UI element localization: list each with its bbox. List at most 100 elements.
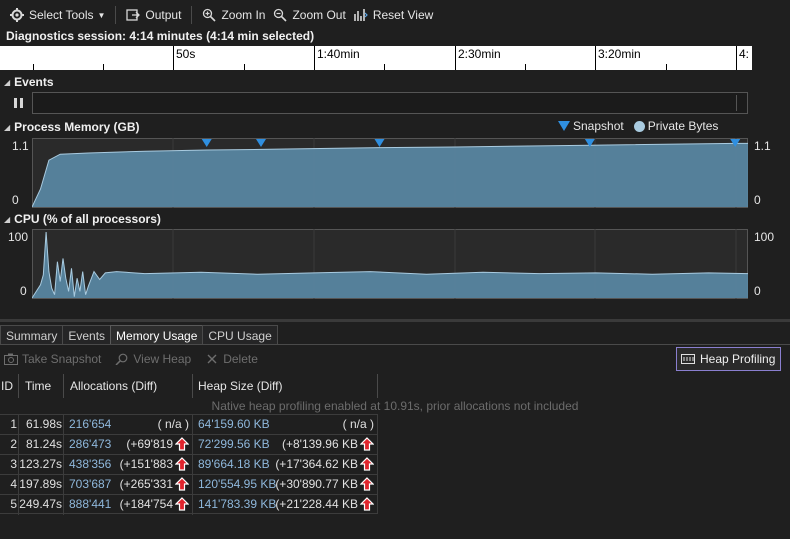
search-icon: [115, 353, 129, 365]
table-row[interactable]: 5 249.47s 888'441 (+184'754 141'783.39 KB (+2…: [0, 494, 378, 515]
tab-cpu-usage[interactable]: CPU Usage: [202, 325, 278, 345]
cell-heap-size: 141'783.39 KB: [198, 497, 277, 511]
zoom-out-label: Zoom Out: [292, 8, 346, 22]
cell-time: 123.27s: [19, 457, 62, 471]
increase-arrow-icon: [360, 457, 374, 471]
cpu-header[interactable]: ◢ CPU (% of all processors): [4, 212, 161, 226]
table-row[interactable]: 3 123.27s 438'356 (+151'883 89'664.18 KB (+17…: [0, 454, 378, 475]
cell-heap-diff: (+17'364.62 KB: [275, 455, 374, 474]
memory-y-min-left: 0: [12, 193, 19, 207]
memory-y-max-right: 1.1: [754, 139, 771, 153]
ruler-minor-tick: [384, 64, 385, 70]
output-button[interactable]: Output: [122, 3, 185, 27]
gear-icon: [10, 8, 24, 22]
cell-time: 249.47s: [19, 497, 62, 511]
cell-heap-size: 72'299.56 KB: [198, 437, 270, 451]
increase-arrow-icon: [175, 497, 189, 511]
ruler-tick: [455, 46, 456, 70]
reset-view-label: Reset View: [372, 8, 434, 22]
zoom-out-icon: [273, 8, 288, 22]
ruler-label: 2:30min: [458, 47, 501, 61]
col-separator[interactable]: [63, 374, 64, 398]
heap-profiling-notice: Native heap profiling enabled at 10.91s,…: [211, 399, 579, 413]
ruler-label: 1:40min: [317, 47, 360, 61]
table-row[interactable]: 2 81.24s 286'473 (+69'819 72'299.56 KB (+8'13…: [0, 434, 378, 455]
delete-label: Delete: [223, 352, 258, 366]
table-row[interactable]: 4 197.89s 703'687 (+265'331 120'554.95 KB (+3…: [0, 474, 378, 495]
memory-title: Process Memory (GB): [14, 120, 140, 134]
cpu-chart[interactable]: [32, 229, 748, 299]
col-separator[interactable]: [18, 374, 19, 398]
select-tools-label: Select Tools: [29, 8, 94, 22]
reset-view-button[interactable]: Reset View: [350, 3, 437, 27]
cell-heap-diff: ( n/a ): [342, 417, 374, 431]
toolbar-separator: [191, 6, 193, 24]
cell-time: 197.89s: [19, 477, 62, 491]
view-heap-button[interactable]: View Heap: [115, 352, 201, 366]
cell-allocations-diff: (+184'754: [63, 495, 189, 514]
cell-heap-size: 120'554.95 KB: [198, 477, 277, 491]
ruler-spacer: [752, 46, 790, 70]
increase-arrow-icon: [360, 437, 374, 451]
memory-y-max-left: 1.1: [12, 139, 29, 153]
pause-icon[interactable]: [14, 98, 23, 108]
memory-actionbar: Take Snapshot View Heap Delete: [0, 348, 790, 370]
splitter[interactable]: [0, 319, 790, 322]
col-separator[interactable]: [192, 374, 193, 398]
cpu-y-max-left: 100: [8, 230, 29, 244]
heap-profiling-button[interactable]: Heap Profiling: [676, 347, 781, 371]
zoom-in-icon: [202, 8, 217, 22]
heap-profiling-icon: [681, 353, 695, 365]
tab-summary[interactable]: Summary: [0, 325, 64, 345]
ruler-label: 4:: [739, 47, 750, 61]
ruler-tick: [314, 46, 315, 70]
cell-time: 81.24s: [25, 437, 62, 451]
ruler-label: 50s: [176, 47, 196, 61]
cell-allocations-diff: (+265'331: [63, 475, 189, 494]
ruler-minor-tick: [244, 64, 245, 70]
table-bottom-border: [0, 513, 378, 514]
memory-header[interactable]: ◢ Process Memory (GB): [4, 120, 140, 134]
cell-allocations-diff: (+69'819: [63, 435, 189, 454]
toolbar: Select Tools ▼ Output Zoom In Zoom Out R…: [0, 0, 790, 30]
events-header[interactable]: ◢ Events: [4, 75, 54, 89]
ruler-minor-tick: [666, 64, 667, 70]
timeline-ruler[interactable]: 50s 1:40min 2:30min 3:20min 4:: [0, 46, 752, 70]
chevron-down-icon: ▼: [97, 10, 106, 20]
session-info: Diagnostics session: 4:14 minutes (4:14 …: [6, 29, 315, 43]
tab-events[interactable]: Events: [62, 325, 112, 345]
events-track[interactable]: [32, 92, 748, 114]
col-header-heap-size[interactable]: Heap Size (Diff): [198, 374, 282, 398]
memory-chart[interactable]: [32, 138, 748, 208]
heap-profiling-label: Heap Profiling: [700, 352, 776, 366]
col-header-allocations[interactable]: Allocations (Diff): [70, 374, 157, 398]
select-tools-button[interactable]: Select Tools ▼: [6, 3, 109, 27]
increase-arrow-icon: [360, 477, 374, 491]
increase-arrow-icon: [175, 477, 189, 491]
memory-y-min-right: 0: [754, 193, 761, 207]
cpu-chart-svg: [32, 229, 748, 299]
cpu-y-min-left: 0: [20, 284, 27, 298]
table-right-border: [377, 414, 378, 514]
col-header-time[interactable]: Time: [25, 374, 51, 398]
zoom-out-button[interactable]: Zoom Out: [269, 3, 349, 27]
take-snapshot-label: Take Snapshot: [22, 352, 102, 366]
tab-memory-usage[interactable]: Memory Usage: [110, 325, 204, 345]
col-separator[interactable]: [377, 374, 378, 398]
view-heap-label: View Heap: [133, 352, 192, 366]
ruler-tick: [595, 46, 596, 70]
col-header-id[interactable]: ID: [1, 374, 13, 398]
reset-view-icon: [354, 8, 368, 22]
zoom-in-button[interactable]: Zoom In: [198, 3, 269, 27]
zoom-in-label: Zoom In: [221, 8, 266, 22]
cpu-y-min-right: 0: [754, 284, 761, 298]
delete-button[interactable]: Delete: [205, 352, 268, 366]
detail-tabs: Summary Events Memory Usage CPU Usage: [0, 325, 278, 345]
cell-heap-size: 89'664.18 KB: [198, 457, 270, 471]
table-row[interactable]: 1 61.98s 216'654( n/a ) 64'159.60 KB( n/a ): [0, 414, 378, 435]
take-snapshot-button[interactable]: Take Snapshot: [4, 352, 111, 366]
cpu-y-max-right: 100: [754, 230, 775, 244]
ruler-tick: [736, 46, 737, 70]
toolbar-separator: [115, 6, 117, 24]
increase-arrow-icon: [175, 437, 189, 451]
